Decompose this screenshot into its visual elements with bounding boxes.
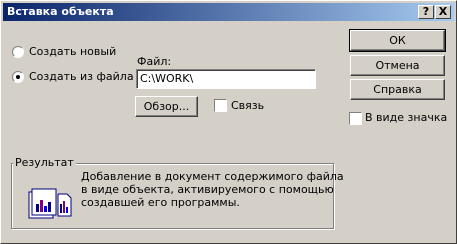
result-line-2: в виде объекта, активируемого с помощью: [81, 183, 334, 196]
insert-object-dialog: Вставка объекта ? X Создать новый Создат…: [0, 0, 457, 244]
radio-create-from-file-circle[interactable]: [12, 71, 24, 83]
radio-create-from-file-label: Создать из файла: [29, 70, 134, 83]
file-path-input[interactable]: C:\WORK\: [136, 69, 316, 89]
window-title: Вставка объекта: [7, 5, 114, 18]
result-line-3: создавшей его программы.: [81, 196, 240, 209]
link-checkbox-label: Связь: [231, 99, 265, 112]
result-line-1: Добавление в документ содержимого файла: [81, 170, 344, 183]
help-title-button[interactable]: ?: [418, 5, 434, 19]
result-legend: Результат: [13, 156, 76, 169]
close-button[interactable]: X: [435, 5, 451, 19]
help-button[interactable]: Справка: [350, 79, 445, 100]
radio-create-new-label: Создать новый: [29, 45, 117, 58]
as-icon-checkbox-label: В виде значка: [365, 111, 448, 124]
link-checkbox[interactable]: [214, 99, 227, 112]
ok-button[interactable]: ОК: [349, 29, 446, 52]
radio-selected-dot: [16, 75, 20, 79]
radio-create-new-circle[interactable]: [12, 46, 24, 58]
title-bar: Вставка объекта ? X: [3, 3, 454, 21]
file-label: Файл:: [137, 55, 172, 68]
result-description: Добавление в документ содержимого файла …: [81, 170, 346, 209]
browse-button[interactable]: Обзор...: [135, 96, 198, 117]
as-icon-checkbox[interactable]: [349, 112, 362, 125]
cancel-button[interactable]: Отмена: [350, 55, 445, 76]
document-chart-icon: [28, 188, 72, 219]
